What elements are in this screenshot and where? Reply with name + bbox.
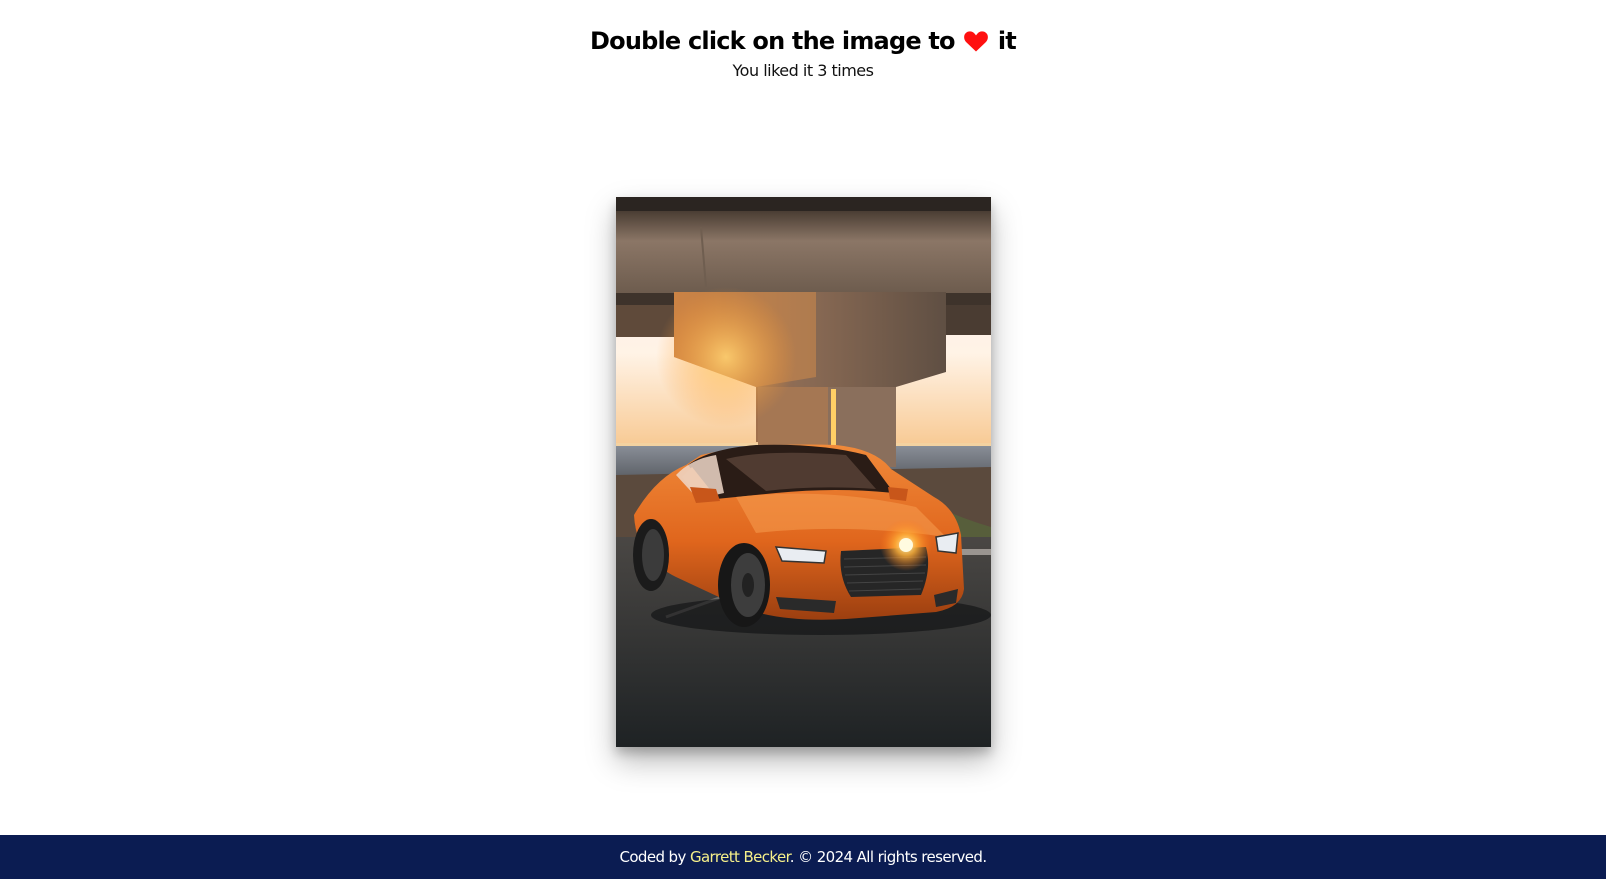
page: Double click on the image to it You like… <box>0 0 1606 879</box>
footer-copyright: . © 2024 All rights reserved. <box>789 848 987 866</box>
heart-icon <box>964 25 989 63</box>
title-text-before: Double click on the image to <box>590 27 955 55</box>
page-title: Double click on the image to it <box>0 22 1606 63</box>
footer-prefix: Coded by <box>619 848 686 866</box>
like-counter: You liked it 3 times <box>0 59 1606 83</box>
title-text-after: it <box>997 27 1017 55</box>
footer: Coded by Garrett Becker. © 2024 All righ… <box>0 835 1606 879</box>
like-photo[interactable] <box>616 197 991 747</box>
like-counter-prefix: You liked it <box>732 61 814 80</box>
like-count: 3 <box>817 61 827 80</box>
like-counter-suffix: times <box>831 61 874 80</box>
author-link[interactable]: Garrett Becker <box>690 848 790 866</box>
